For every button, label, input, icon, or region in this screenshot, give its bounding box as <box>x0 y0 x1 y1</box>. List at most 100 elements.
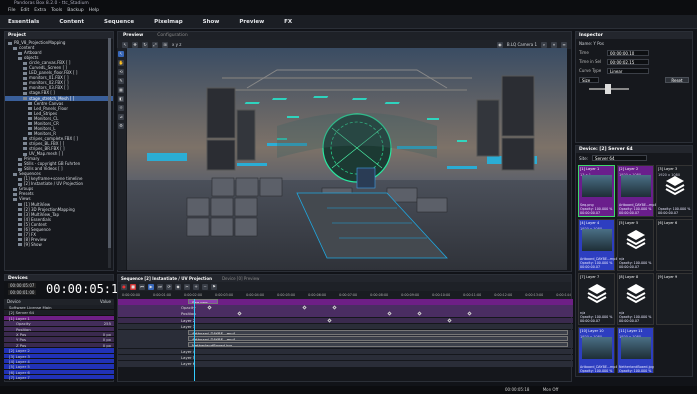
time-in-sel-field[interactable]: 00:00:02.15 <box>607 58 649 65</box>
tree-item-icon <box>18 162 22 166</box>
layer-tile[interactable]: [11] Layer 111920 x 1080NetherlandBoxed.… <box>617 327 654 373</box>
tab-preview-view[interactable]: Preview <box>123 32 143 40</box>
ruler-tick: 0:00:14:00 <box>556 293 571 297</box>
tab-sequence-instantiate[interactable]: Sequence [2] Instantiate / UV Projection <box>121 275 212 282</box>
tab-pixelmap[interactable]: Pixelmap <box>154 15 182 28</box>
layer-tile[interactable]: [1] Layer 113 x 1Seq.pngOpacity: 100.000… <box>578 165 615 217</box>
menu-extra[interactable]: Extra <box>34 7 46 15</box>
layer-tile-meta: Artboard_DAYBE...mp4Opacity: 100.000 %00… <box>580 257 617 269</box>
search-icon[interactable]: ⌕ <box>541 41 547 48</box>
layer-tile[interactable]: [6] Layer 6 <box>656 219 692 271</box>
tree-item-icon <box>23 66 27 70</box>
menu-backup[interactable]: Backup <box>67 7 84 15</box>
layer-tile[interactable]: [7] Layer 7 n/a Opacity: 100.000 % 00:00:00… <box>578 273 615 325</box>
menu-icon[interactable]: ≡ <box>561 41 567 48</box>
keyframe-icon[interactable]: ◆ <box>175 283 181 290</box>
3d-viewport[interactable] <box>127 48 567 270</box>
timeline-clip[interactable]: Seq.png <box>188 299 218 304</box>
zoom-in-icon[interactable]: + <box>193 283 199 290</box>
cursor-icon[interactable]: ↖ <box>118 51 124 57</box>
tree-item-icon <box>23 152 27 156</box>
pause-icon[interactable]: ⏸ <box>551 41 557 48</box>
project-scroll-thumb[interactable] <box>108 38 111 248</box>
layer-tile[interactable]: [5] Layer 5 n/a Opacity: 100.000 % 00:00:00… <box>617 219 654 271</box>
track-label: Layer 4 <box>181 348 196 354</box>
marker-icon[interactable]: ⚑ <box>211 283 217 290</box>
device-row-value: 0 px <box>102 342 111 348</box>
play-icon[interactable]: ▶ <box>148 283 154 290</box>
record-icon[interactable]: ● <box>121 283 127 290</box>
time-field[interactable]: 00:00:00.10 <box>607 49 649 56</box>
tree-item-icon <box>23 137 27 141</box>
scale-tool-icon[interactable]: ⤢ <box>152 41 158 48</box>
tab-show[interactable]: Show <box>203 15 220 28</box>
rotate-tool-icon[interactable]: ↻ <box>142 41 148 48</box>
timeline-clip[interactable]: NetherlandBoxed.jpg <box>188 342 568 348</box>
snap-icon[interactable]: ⊞ <box>162 41 168 48</box>
layer-tile-time: 00:00:00.07 <box>580 265 601 269</box>
tab-essentials[interactable]: Essentials <box>8 15 39 28</box>
inspector-panel: Inspector Name: Y Pos Time 00:00:00.10 Ti… <box>575 31 693 143</box>
layer-tile[interactable]: [10] Layer 101920 x 1080Artboard_DAYBE..… <box>578 327 617 373</box>
rewind-icon[interactable]: ⏮ <box>139 283 145 290</box>
layer-tile[interactable]: [8] Layer 8 n/a Opacity: 100.000 % 00:00:00… <box>617 273 654 325</box>
tree-item-icon <box>18 213 22 217</box>
menu-edit[interactable]: Edit <box>21 7 30 15</box>
tab-preview[interactable]: Preview <box>239 15 264 28</box>
camera-tool-icon[interactable]: ◧ <box>118 96 124 102</box>
timeline-track[interactable] <box>118 299 573 305</box>
camera-icon[interactable]: ◉ <box>496 41 503 48</box>
menu-tools[interactable]: Tools <box>51 7 62 15</box>
light-icon[interactable]: ☼ <box>118 105 124 111</box>
measure-icon[interactable]: ⊿ <box>118 114 124 120</box>
track-label: Layer 3 <box>181 323 196 329</box>
cut-icon[interactable]: ✂ <box>184 283 190 290</box>
orbit-icon[interactable]: ⟲ <box>118 69 124 75</box>
slider-handle[interactable] <box>605 83 611 94</box>
tab-configuration[interactable]: Configuration <box>157 32 188 40</box>
curve-type-select[interactable]: Linear <box>607 67 649 74</box>
site-select[interactable]: Server 64 <box>592 155 648 161</box>
layer-tile[interactable]: [4] Layer 41920 x 1080Artboard_DAYBE...m… <box>578 219 617 271</box>
playhead[interactable] <box>194 299 195 381</box>
ruler-tick: 0:00:08:00 <box>370 293 389 297</box>
device-row[interactable]: [7] Layer 7 <box>4 375 114 381</box>
stop-icon[interactable]: ■ <box>130 283 136 290</box>
reset-button[interactable]: Reset <box>665 76 689 83</box>
loop-icon[interactable]: ⟳ <box>166 283 172 290</box>
ruler-tick: 0:00:10:00 <box>432 293 451 297</box>
timeline-ruler[interactable]: 0:00:00:00 0:00:01:00 0:00:02:00 0:00:03:00… <box>118 291 571 299</box>
select-tool-icon[interactable]: ↖ <box>122 41 128 48</box>
layer-tile-meta: Artboard_DAYBE...mp4Opacity: 100.000 %00… <box>580 365 617 373</box>
layer-tile[interactable]: [2] Layer 21920 x 1080Artboard_DAYBE...m… <box>617 165 656 217</box>
menu-bar: File Edit Extra Tools Backup Help <box>0 7 697 15</box>
project-tree-item[interactable]: [9] Show <box>5 242 113 247</box>
camera-select[interactable]: B.LQ Camera 1 <box>507 42 537 47</box>
size-select[interactable]: Size <box>579 76 599 83</box>
project-scrollbar[interactable] <box>108 38 111 268</box>
track-label: Layer 2 <box>181 317 196 323</box>
tab-fx[interactable]: FX <box>284 15 292 28</box>
settings-icon[interactable]: ⚙ <box>118 123 124 129</box>
tab-sequence[interactable]: Sequence <box>104 15 134 28</box>
move-tool-icon[interactable]: ✥ <box>132 41 138 48</box>
menu-help[interactable]: Help <box>89 7 99 15</box>
time-label: Time <box>579 50 589 55</box>
timeline-clip[interactable]: Artboard_DAYBE...mp4 <box>188 330 568 335</box>
hand-icon[interactable]: ✋ <box>118 60 124 66</box>
timeline-tracks[interactable]: Seq.png Artboard_DAYBE...mp4 Artboard_DAYB… <box>118 299 573 381</box>
layer-tile[interactable]: [9] Layer 9 <box>656 273 692 325</box>
inspector-curve-slider[interactable] <box>576 83 692 94</box>
zoom-out-icon[interactable]: − <box>202 283 208 290</box>
layer-tile-resolution <box>657 280 692 282</box>
tab-content[interactable]: Content <box>59 15 84 28</box>
grid-icon[interactable]: ▦ <box>118 87 124 93</box>
forward-icon[interactable]: ⏭ <box>157 283 163 290</box>
tab-device-preview[interactable]: Device [0] Preview <box>222 275 259 282</box>
pen-icon[interactable]: ✎ <box>118 78 124 84</box>
timeline-clip[interactable]: Artboard_DAYBE...mp4 <box>188 336 568 342</box>
layer-tile[interactable]: [3] Layer 3 1920 x 1080 Opacity: 100.000 %… <box>656 165 692 217</box>
menu-file[interactable]: File <box>8 7 16 15</box>
slider-track[interactable] <box>589 83 629 94</box>
device-row-label: Software License Main <box>9 305 52 310</box>
